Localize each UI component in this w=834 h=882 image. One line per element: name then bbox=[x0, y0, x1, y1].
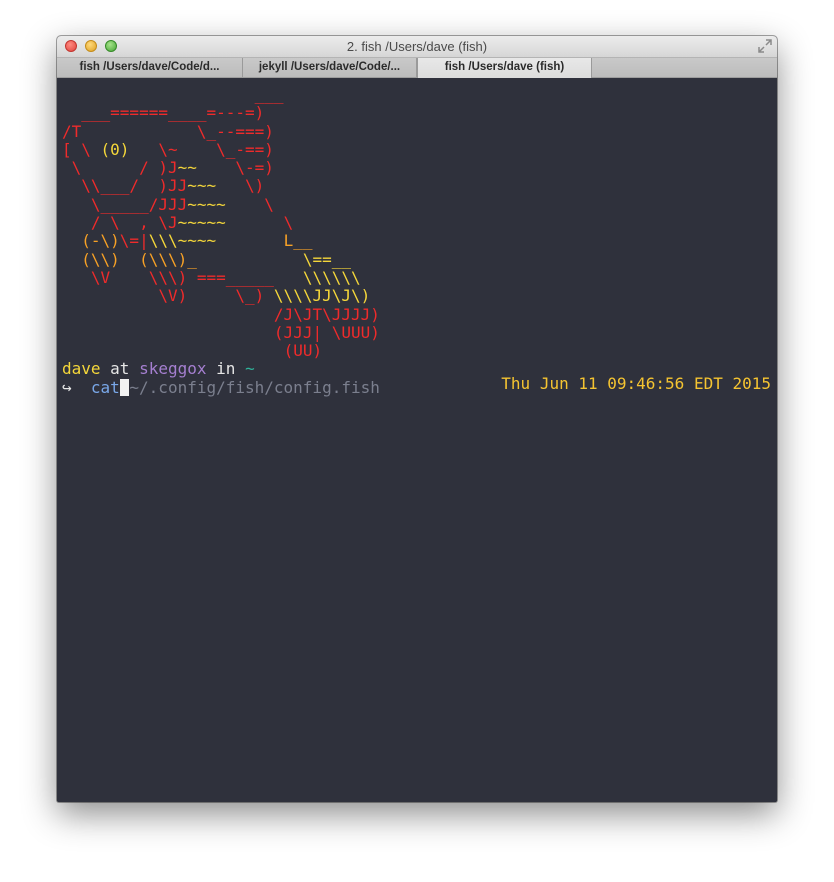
ascii-art-line: (\\) bbox=[62, 249, 140, 269]
ascii-art-line: \_____/JJJ bbox=[62, 194, 188, 214]
prompt-directory: ~ bbox=[245, 359, 255, 379]
ascii-art-line: \V bbox=[62, 267, 149, 287]
tab-fish-code[interactable]: fish /Users/dave/Code/d... bbox=[57, 58, 243, 77]
tab-bar: fish /Users/dave/Code/d... jekyll /Users… bbox=[57, 58, 777, 78]
command-text[interactable]: cat bbox=[91, 378, 120, 397]
terminal-output[interactable]: ___ ___======____=---=) /T \_--===) [ \ … bbox=[57, 78, 777, 802]
ascii-art-line: / \ , \J bbox=[62, 213, 178, 233]
fullscreen-icon[interactable] bbox=[757, 38, 773, 54]
ascii-art-line: [ \ bbox=[62, 139, 101, 159]
prompt-host: skeggox bbox=[139, 359, 207, 379]
title-bar[interactable]: 2. fish /Users/dave (fish) bbox=[57, 36, 777, 58]
ascii-art-line: \ / )J bbox=[62, 158, 178, 178]
ascii-art-line bbox=[62, 323, 274, 342]
prompt-in: in bbox=[216, 359, 236, 379]
prompt-at: at bbox=[110, 359, 130, 379]
ascii-art-line: ___======____ bbox=[62, 103, 207, 123]
ascii-art-line bbox=[62, 305, 274, 324]
command-autosuggestion[interactable]: ~/.config/fish/config.fish bbox=[129, 378, 379, 397]
tab-jekyll[interactable]: jekyll /Users/dave/Code/... bbox=[243, 58, 417, 77]
window-title: 2. fish /Users/dave (fish) bbox=[346, 39, 488, 54]
text-cursor bbox=[119, 378, 130, 396]
ascii-art-line bbox=[62, 341, 284, 360]
prompt-arrow-icon: ↪ bbox=[62, 377, 72, 397]
prompt-user: dave bbox=[62, 359, 101, 379]
ascii-art-line: \\___/ )JJ bbox=[62, 176, 188, 196]
terminal-window: 2. fish /Users/dave (fish) fish /Users/d… bbox=[57, 36, 777, 802]
ascii-art-line: /T bbox=[62, 121, 82, 141]
ascii-art-line: ___ bbox=[62, 85, 284, 104]
ascii-art-line: (-\) bbox=[62, 231, 120, 251]
tab-fish-home-active[interactable]: fish /Users/dave (fish) bbox=[417, 58, 592, 78]
ascii-art-line: \V) bbox=[62, 286, 236, 306]
terminal-text: ___ ___======____=---=) /T \_--===) [ \ … bbox=[62, 85, 380, 397]
right-prompt-datetime: Thu Jun 11 09:46:56 EDT 2015 bbox=[501, 374, 771, 393]
